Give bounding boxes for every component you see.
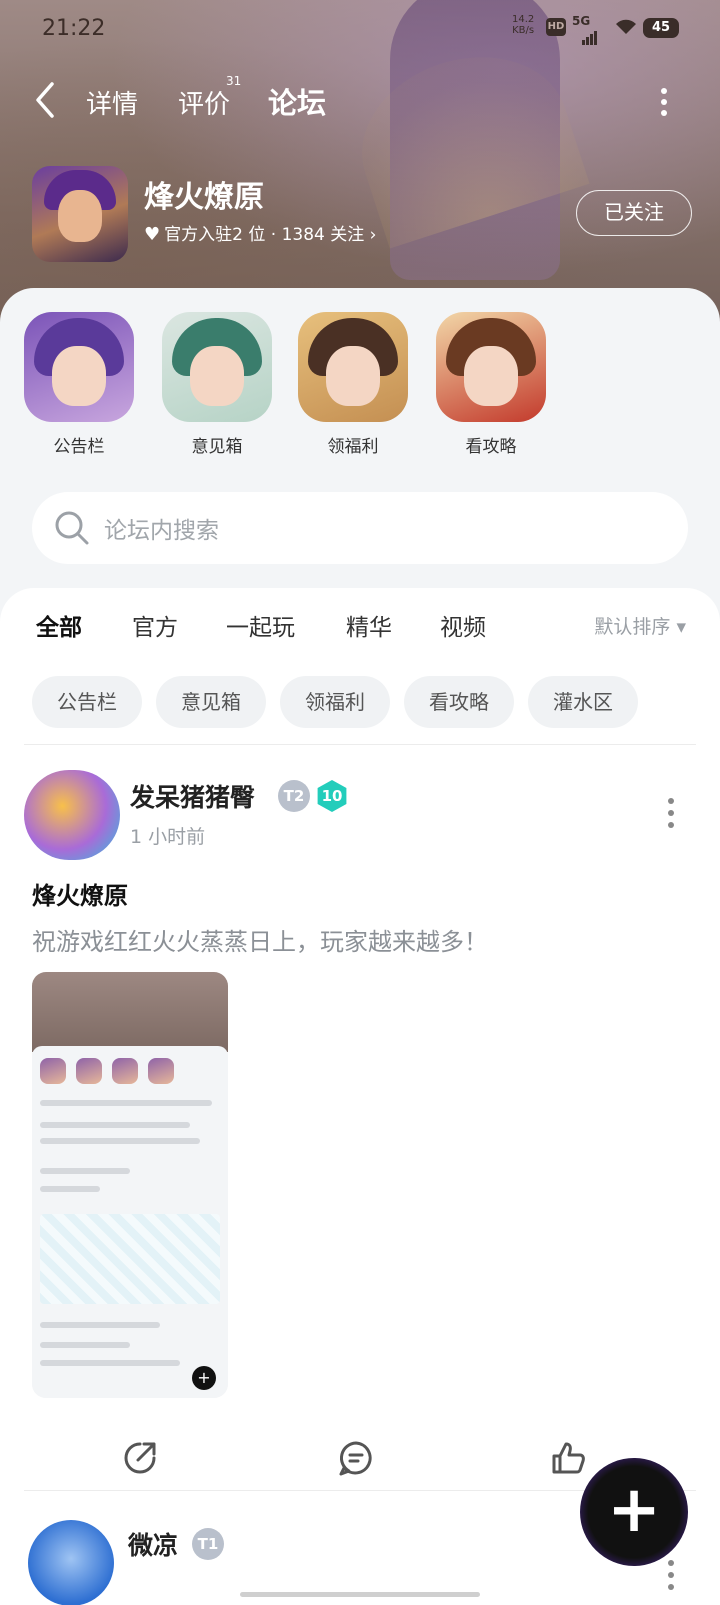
game-name: 烽火燎原 [144,180,264,215]
status-time: 21:22 [42,16,106,41]
title-badge: T2 [278,780,310,812]
chevron-left-icon [36,82,54,118]
top-nav: 详情 评价 31 论坛 [0,74,720,128]
shortcut-guides[interactable]: 看攻略 [436,312,546,457]
shortcut-label: 看攻略 [465,437,517,457]
tab-reviews-label: 评价 [178,90,231,120]
rate-unit: KB/s [512,25,535,36]
shortcut-avatar [162,312,272,422]
post-more-button[interactable] [668,798,676,834]
tab-details[interactable]: 详情 [86,84,138,121]
forum-sheet: 公告栏 意见箱 领福利 看攻略 论坛内搜索 全部 官方 一起玩 精华 视频 默认… [0,288,720,1605]
hd-icon: HD [546,18,566,36]
tab-forum[interactable]: 论坛 [265,80,329,126]
shortcut-avatar [24,312,134,422]
game-info: 烽火燎原 ♥ 官方入驻2 位 · 1384 关注 › 已关注 [32,166,692,266]
search-icon [55,511,89,545]
chip-chat[interactable]: 灌水区 [528,676,638,728]
like-button[interactable] [548,1438,588,1478]
diamond-icon: ♥ [144,224,161,245]
category-chips: 公告栏 意见箱 领福利 看攻略 灌水区 [32,676,692,728]
post-username[interactable]: 微凉 [128,1526,178,1562]
thumbnail-add-icon: + [192,1366,216,1390]
feed-panel: 全部 官方 一起玩 精华 视频 默认排序 ▾ 公告栏 意见箱 领福利 看攻略 灌… [0,588,720,1605]
comment-icon [339,1441,372,1476]
game-meta[interactable]: ♥ 官方入驻2 位 · 1384 关注 › [144,220,376,245]
rate-value: 14.2 [512,14,535,25]
wifi-icon [614,18,638,41]
shortcut-avatar [436,312,546,422]
post-title: 烽火燎原 [32,882,128,910]
shortcut-announcements[interactable]: 公告栏 [24,312,134,457]
header-banner: 21:22 14.2 KB/s HD 5G 45 详情 评价 31 论坛 烽火燎原 … [0,0,720,330]
search-placeholder: 论坛内搜索 [104,518,219,544]
review-count: 31 [226,74,242,88]
chip-announcements[interactable]: 公告栏 [32,676,142,728]
title-badge: T1 [192,1528,224,1560]
shortcut-label: 意见箱 [191,437,243,457]
signal-icon [582,26,598,45]
filter-tabs: 全部 官方 一起玩 精华 视频 默认排序 ▾ [34,608,686,658]
chip-rewards[interactable]: 领福利 [280,676,390,728]
filter-tab-video[interactable]: 视频 [440,608,486,642]
post-time: 1 小时前 [130,826,206,848]
filter-tab-official[interactable]: 官方 [132,608,178,642]
share-icon [124,1442,156,1474]
create-post-button[interactable]: + [580,1458,688,1566]
filter-tab-play-together[interactable]: 一起玩 [226,608,295,642]
comment-button[interactable] [336,1438,376,1478]
post-image[interactable]: + [32,972,228,1398]
back-button[interactable] [30,78,66,126]
chip-guides[interactable]: 看攻略 [404,676,514,728]
network-rate: 14.2 KB/s [512,14,534,36]
sort-dropdown[interactable]: 默认排序 ▾ [594,612,686,639]
level-badge: 10 [317,780,347,812]
post-more-button[interactable] [668,1560,676,1596]
post-body: 祝游戏红红火火蒸蒸日上，玩家越来越多！ [32,928,488,956]
follow-button[interactable]: 已关注 [576,190,692,236]
share-button[interactable] [120,1438,160,1478]
shortcut-rewards[interactable]: 领福利 [298,312,408,457]
filter-tab-all[interactable]: 全部 [34,608,84,644]
shortcut-avatar [298,312,408,422]
game-icon[interactable] [32,166,128,262]
forum-search[interactable]: 论坛内搜索 [32,492,688,564]
tab-reviews[interactable]: 评价 31 [178,74,241,121]
game-meta-text: 官方入驻2 位 · 1384 关注 › [164,225,377,245]
battery-indicator: 45 [643,18,679,38]
avatar[interactable] [28,1520,114,1605]
chip-feedback[interactable]: 意见箱 [156,676,266,728]
shortcut-label: 公告栏 [53,437,105,457]
avatar[interactable] [24,770,120,860]
thumbs-up-icon [552,1442,585,1474]
shortcut-label: 领福利 [327,437,379,457]
more-options-button[interactable] [658,88,670,118]
home-indicator [240,1592,480,1597]
status-bar: 21:22 14.2 KB/s HD 5G 45 [0,12,720,48]
post-username[interactable]: 发呆猪猪臀 [130,778,255,814]
filter-tab-featured[interactable]: 精华 [346,608,392,642]
shortcut-row: 公告栏 意见箱 领福利 看攻略 [24,312,584,462]
shortcut-feedback[interactable]: 意见箱 [162,312,272,457]
divider [24,744,696,745]
